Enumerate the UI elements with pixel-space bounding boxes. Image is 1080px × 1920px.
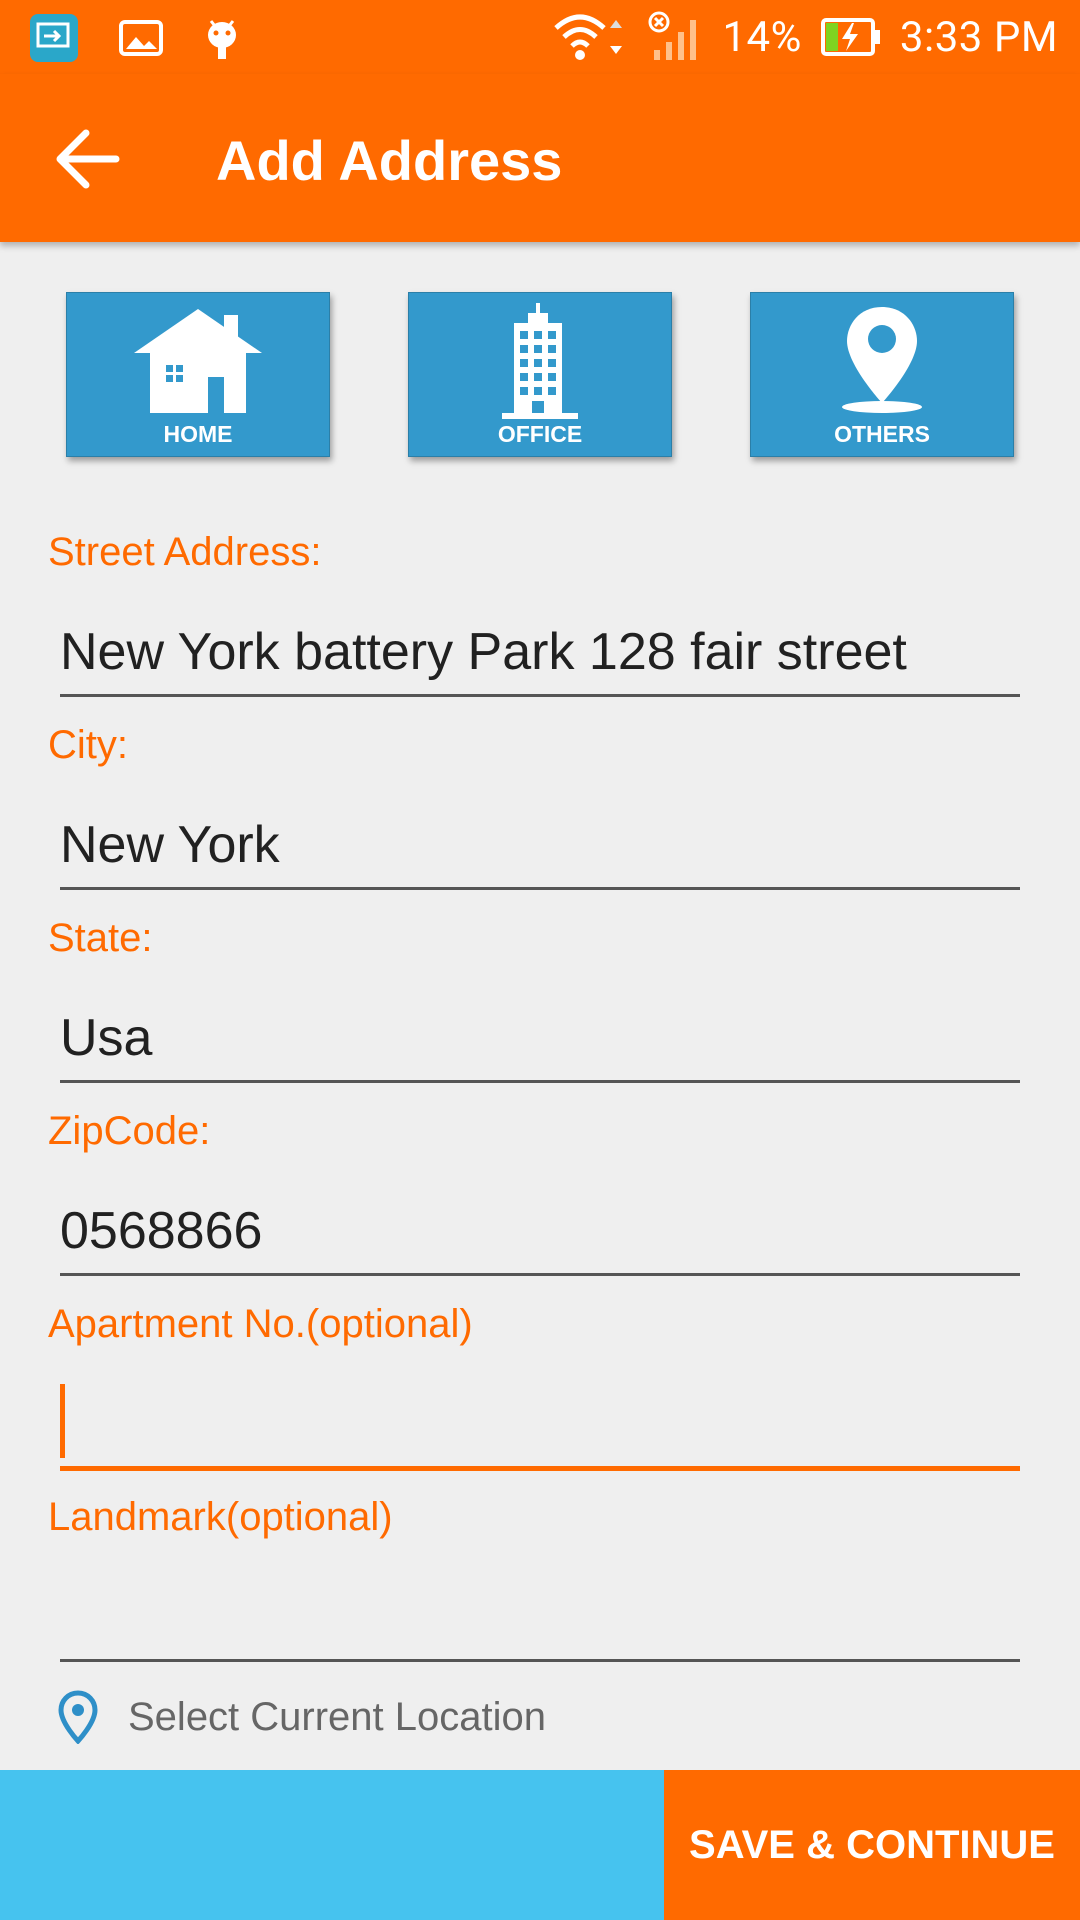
save-continue-label: SAVE & CONTINUE xyxy=(689,1822,1055,1867)
state-field[interactable]: Usa xyxy=(60,1009,1020,1083)
city-field[interactable]: New York xyxy=(60,816,1020,890)
home-type-label: HOME xyxy=(163,421,233,447)
home-icon xyxy=(134,309,262,413)
landmark-label: Landmark(optional) xyxy=(48,1495,393,1539)
battery-percent: 14% xyxy=(722,12,802,62)
apartment-label: Apartment No.(optional) xyxy=(48,1302,473,1346)
text-cursor xyxy=(60,1384,65,1458)
zipcode-field[interactable]: 0568866 xyxy=(60,1202,1020,1276)
others-type-button[interactable]: OTHERS xyxy=(750,292,1014,457)
zipcode-value: 0568866 xyxy=(60,1202,263,1260)
office-type-button[interactable]: OFFICE xyxy=(408,292,672,457)
bottom-bar: SAVE & CONTINUE xyxy=(0,1770,1080,1920)
office-type-label: OFFICE xyxy=(497,421,583,447)
office-building-icon xyxy=(502,303,578,419)
android-debug-icon xyxy=(208,20,236,59)
battery-charging-icon xyxy=(820,18,880,56)
clock: 3:33 PM xyxy=(899,12,1058,62)
home-type-button[interactable]: HOME xyxy=(66,292,330,457)
city-value: New York xyxy=(60,816,280,874)
zipcode-label: ZipCode: xyxy=(48,1109,211,1153)
signal-icon xyxy=(648,11,697,60)
others-type-label: OTHERS xyxy=(834,421,930,447)
street-address-value: New York battery Park 128 fair street xyxy=(60,623,907,681)
page-title: Add Address xyxy=(216,129,563,192)
landmark-field[interactable] xyxy=(60,1589,1020,1662)
screen-mirror-icon xyxy=(30,14,78,62)
street-address-label: Street Address: xyxy=(48,530,322,574)
wifi-icon xyxy=(554,14,623,60)
street-address-field[interactable]: New York battery Park 128 fair street xyxy=(60,623,1020,697)
app-bar: Add Address xyxy=(0,74,1080,242)
select-location-label: Select Current Location xyxy=(128,1694,547,1739)
bottom-bar-spacer xyxy=(0,1770,664,1920)
select-location-row[interactable]: Select Current Location xyxy=(58,1690,546,1744)
state-label: State: xyxy=(48,916,153,960)
back-arrow-icon[interactable] xyxy=(52,124,122,194)
apartment-field[interactable] xyxy=(60,1384,1020,1471)
state-value: Usa xyxy=(60,1009,153,1067)
gallery-icon xyxy=(119,20,163,56)
city-label: City: xyxy=(48,723,128,767)
location-pin-icon xyxy=(58,1690,98,1744)
save-continue-button[interactable]: SAVE & CONTINUE xyxy=(664,1770,1080,1920)
map-pin-icon xyxy=(842,307,922,413)
status-bar: 14% 3:33 PM xyxy=(0,0,1080,74)
